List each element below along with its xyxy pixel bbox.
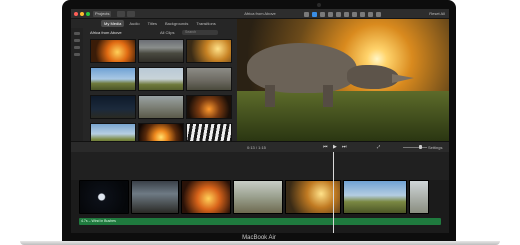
- volume-icon[interactable]: [344, 11, 349, 17]
- fire-clip[interactable]: [181, 180, 231, 214]
- toolbar: Projects Africa from Above Reset All: [71, 9, 449, 19]
- partial-clip[interactable]: [409, 180, 429, 214]
- rhino-body: [247, 43, 357, 93]
- sidebar-item[interactable]: [74, 53, 80, 56]
- library-header: Africa from Above All Clips Search: [84, 28, 234, 37]
- media-browser: My Media Audio Titles Backgrounds Transi…: [71, 19, 237, 147]
- play-icon[interactable]: ▶: [333, 144, 337, 150]
- fast-forward-icon[interactable]: ⏭: [342, 144, 347, 150]
- rhino-leg: [323, 85, 333, 107]
- tab-transitions[interactable]: Transitions: [193, 20, 218, 27]
- rhino-sunset-clip-thumbnail[interactable]: [186, 39, 232, 63]
- imovie-window: Projects Africa from Above Reset All My …: [71, 9, 449, 233]
- video-viewer[interactable]: [237, 19, 449, 141]
- tree-clip[interactable]: [233, 180, 283, 214]
- fire-clip-thumbnail[interactable]: [90, 39, 136, 63]
- tab-my-media[interactable]: My Media: [101, 20, 125, 27]
- minimize-window-button[interactable]: [80, 12, 84, 16]
- enhance-icon[interactable]: [304, 11, 309, 17]
- info-icon[interactable]: [376, 11, 381, 17]
- moon-clip[interactable]: [79, 180, 129, 214]
- clip-filter-dropdown[interactable]: All Clips: [160, 28, 174, 37]
- herd-clip[interactable]: [343, 180, 407, 214]
- timeline-empty-track: [71, 152, 449, 180]
- timeline-clips: [79, 180, 429, 214]
- projects-button[interactable]: Projects: [93, 11, 112, 17]
- audio-track[interactable]: 4.7s – Wind in Bushes: [79, 218, 441, 225]
- library-title: Africa from Above: [90, 30, 122, 35]
- sidebar-item[interactable]: [74, 32, 80, 35]
- tab-titles[interactable]: Titles: [145, 20, 160, 27]
- share-icon[interactable]: [127, 11, 135, 17]
- savanna-clip-thumbnail[interactable]: [90, 67, 136, 91]
- rhino-leg: [265, 85, 275, 107]
- rhino-horn: [392, 74, 414, 83]
- adjustment-tools: [304, 10, 381, 18]
- playback-bar: 0:13 / 1:15 ⏮ ▶ ⏭ ⤢ Settings: [71, 141, 449, 152]
- rhino-clip-thumbnail[interactable]: [186, 67, 232, 91]
- timeline: 4.7s – Wind in Bushes: [71, 152, 449, 233]
- landscape-clip-thumbnail[interactable]: [138, 39, 184, 63]
- playhead[interactable]: [333, 152, 334, 233]
- campfire-clip-thumbnail[interactable]: [186, 95, 232, 119]
- window-title: Africa from Above: [244, 11, 276, 16]
- media-grid: [90, 39, 236, 147]
- jeep-clip[interactable]: [131, 180, 179, 214]
- speed-icon[interactable]: [360, 11, 365, 17]
- tab-audio[interactable]: Audio: [126, 20, 142, 27]
- crop-icon[interactable]: [328, 11, 333, 17]
- noise-reduction-icon[interactable]: [352, 11, 357, 17]
- browser-tabs: My Media Audio Titles Backgrounds Transi…: [71, 19, 237, 28]
- laptop-base: [20, 241, 500, 245]
- camera-icon: [317, 3, 321, 7]
- sidebar-item[interactable]: [74, 39, 80, 42]
- rewind-icon[interactable]: ⏮: [323, 144, 328, 150]
- clip-filter-icon[interactable]: [368, 11, 373, 17]
- zoom-window-button[interactable]: [86, 12, 90, 16]
- acacia-tree-clip-thumbnail[interactable]: [138, 67, 184, 91]
- zoom-slider[interactable]: [403, 147, 427, 148]
- color-correction-icon[interactable]: [320, 11, 325, 17]
- library-sidebar: [71, 28, 83, 141]
- sidebar-item[interactable]: [74, 46, 80, 49]
- media-import-icon[interactable]: [117, 11, 125, 17]
- tab-backgrounds[interactable]: Backgrounds: [162, 20, 191, 27]
- color-balance-icon[interactable]: [312, 11, 317, 17]
- fullscreen-icon[interactable]: ⤢: [377, 144, 380, 150]
- search-input[interactable]: Search: [182, 30, 218, 35]
- audio-track-label: 4.7s – Wind in Bushes: [81, 219, 116, 223]
- stabilization-icon[interactable]: [336, 11, 341, 17]
- close-window-button[interactable]: [74, 12, 78, 16]
- reset-all-button[interactable]: Reset All: [429, 9, 445, 19]
- zoom-slider-knob[interactable]: [419, 145, 422, 149]
- night-sky-clip-thumbnail[interactable]: [90, 95, 136, 119]
- rider-clip-thumbnail[interactable]: [138, 95, 184, 119]
